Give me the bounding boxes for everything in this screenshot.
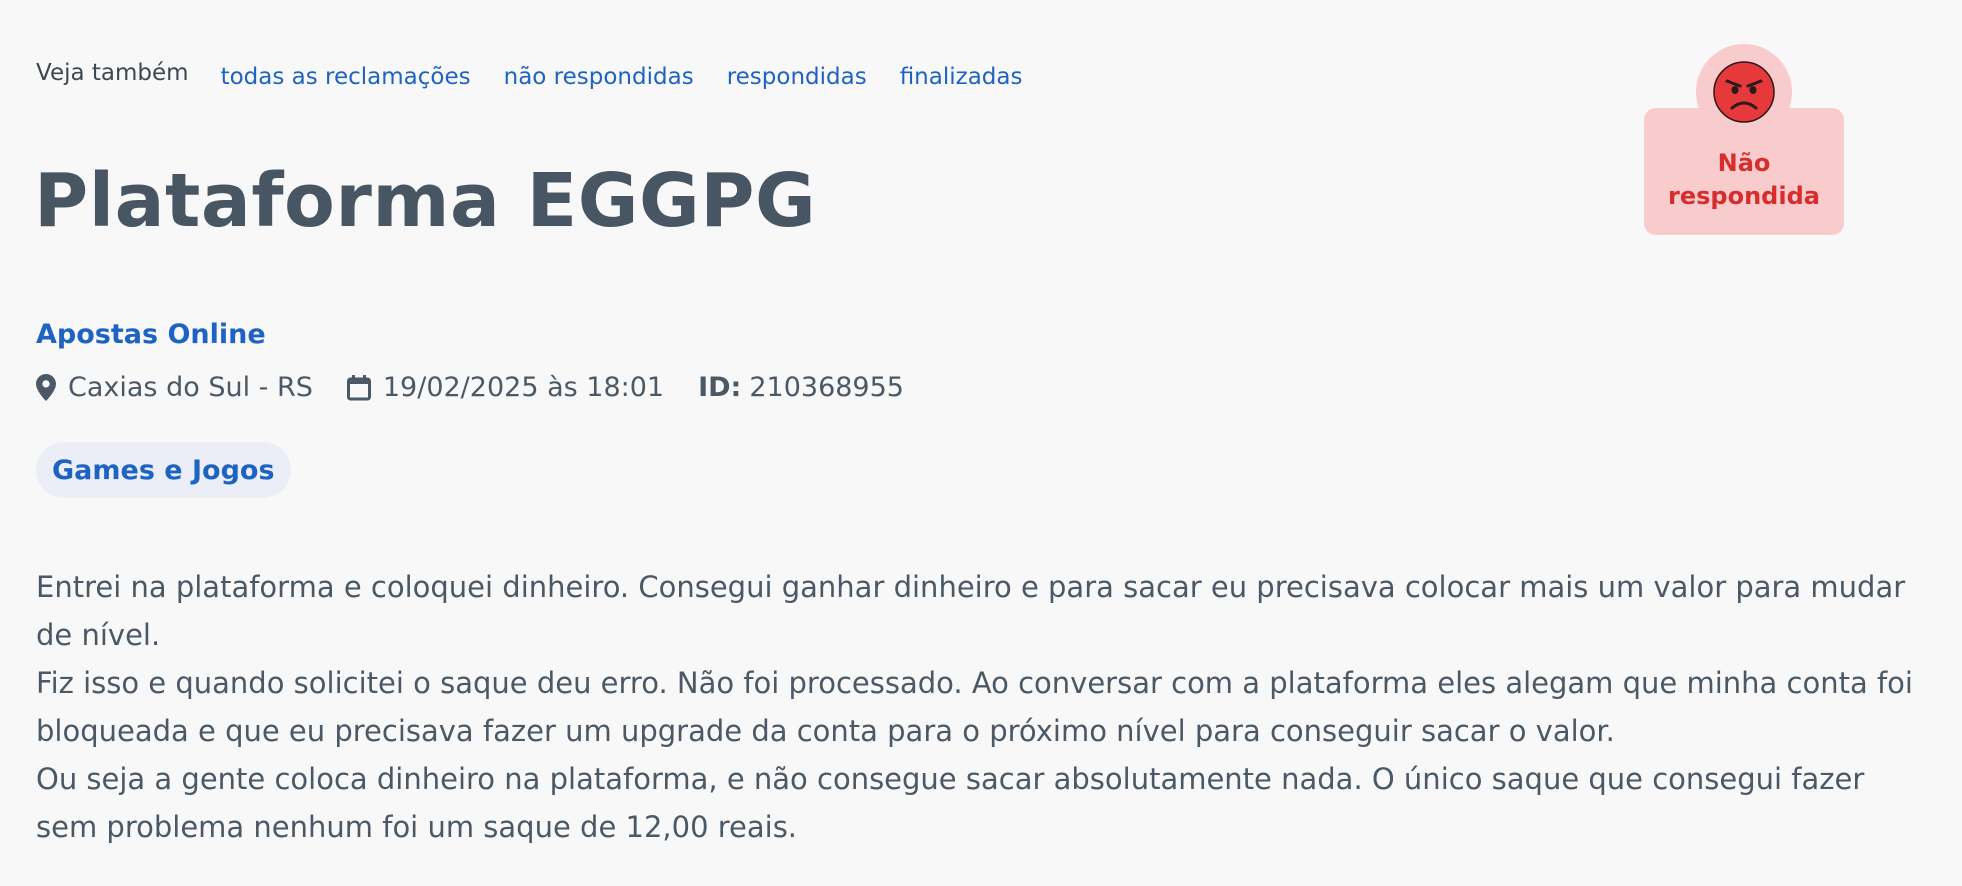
location-pin-icon bbox=[36, 374, 56, 401]
location-text: Caxias do Sul - RS bbox=[68, 372, 313, 403]
see-also-nav: Veja também todas as reclamações não res… bbox=[36, 60, 1055, 90]
date-text: 19/02/2025 às 18:01 bbox=[382, 372, 665, 403]
id-value: 210368955 bbox=[749, 372, 904, 403]
status-label-line2: respondida bbox=[1668, 182, 1820, 210]
id-info: ID: 210368955 bbox=[698, 372, 904, 403]
calendar-icon bbox=[346, 374, 371, 400]
status-icon-wrapper bbox=[1696, 44, 1792, 140]
status-label-line1: Não bbox=[1717, 149, 1771, 177]
complaint-title: Plataforma EGGPG bbox=[34, 158, 817, 244]
company-link[interactable]: Apostas Online bbox=[36, 319, 266, 350]
link-finished[interactable]: finalizadas bbox=[900, 64, 1023, 90]
date-info: 19/02/2025 às 18:01 bbox=[346, 372, 665, 403]
category-tag[interactable]: Games e Jogos bbox=[36, 442, 291, 498]
angry-face-icon bbox=[1713, 61, 1775, 123]
complaint-meta: Caxias do Sul - RS 19/02/2025 às 18:01 I… bbox=[36, 372, 938, 403]
link-not-answered[interactable]: não respondidas bbox=[504, 64, 694, 90]
status-label: Não respondida bbox=[1644, 147, 1844, 213]
complaint-body: Entrei na plataforma e coloquei dinheiro… bbox=[36, 563, 1916, 851]
complaint-paragraph: Fiz isso e quando solicitei o saque deu … bbox=[36, 666, 1913, 748]
link-answered[interactable]: respondidas bbox=[727, 64, 867, 90]
location-info: Caxias do Sul - RS bbox=[36, 372, 313, 403]
id-label: ID: bbox=[698, 372, 742, 403]
see-also-label: Veja também bbox=[36, 60, 189, 86]
complaint-page: Veja também todas as reclamações não res… bbox=[0, 0, 1962, 886]
link-all-complaints[interactable]: todas as reclamações bbox=[221, 64, 471, 90]
complaint-paragraph: Ou seja a gente coloca dinheiro na plata… bbox=[36, 762, 1865, 844]
complaint-paragraph: Entrei na plataforma e coloquei dinheiro… bbox=[36, 570, 1906, 652]
